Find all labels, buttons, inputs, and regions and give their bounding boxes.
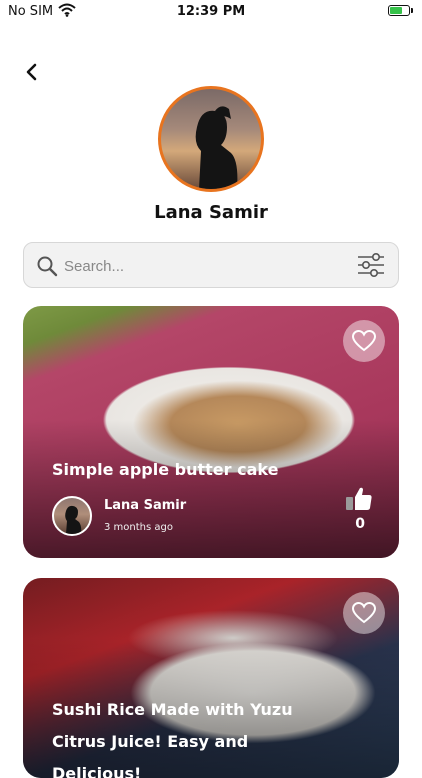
search-icon — [37, 256, 58, 277]
thumbs-up-icon — [346, 487, 372, 510]
profile-photo-silhouette — [195, 106, 238, 189]
recipe-title: Simple apple butter cake — [52, 460, 279, 479]
author-avatar[interactable] — [52, 496, 92, 536]
search-bar — [23, 242, 399, 288]
favorite-button[interactable] — [343, 592, 385, 634]
back-button[interactable] — [20, 60, 44, 84]
search-input[interactable] — [62, 251, 346, 281]
recipe-card[interactable]: Simple apple butter cake Lana Samir 3 mo… — [23, 306, 399, 558]
status-bar: No SIM 12:39 PM — [0, 0, 422, 24]
author-photo-silhouette — [65, 505, 82, 534]
like-button[interactable] — [345, 486, 373, 512]
heart-outline-icon — [352, 330, 376, 352]
chevron-left-icon — [26, 63, 37, 81]
post-time: 3 months ago — [104, 522, 173, 533]
recipe-card[interactable]: Sushi Rice Made with Yuzu Citrus Juice! … — [23, 578, 399, 778]
like-count: 0 — [355, 516, 365, 532]
sliders-icon[interactable] — [356, 250, 386, 280]
heart-outline-icon — [352, 602, 376, 624]
author-name[interactable]: Lana Samir — [104, 498, 186, 513]
battery-icon — [388, 5, 413, 16]
clock: 12:39 PM — [176, 4, 246, 19]
profile-name: Lana Samir — [154, 202, 268, 223]
favorite-button[interactable] — [343, 320, 385, 362]
profile-avatar[interactable] — [158, 86, 264, 192]
recipe-title: Sushi Rice Made with Yuzu Citrus Juice! … — [52, 700, 293, 778]
